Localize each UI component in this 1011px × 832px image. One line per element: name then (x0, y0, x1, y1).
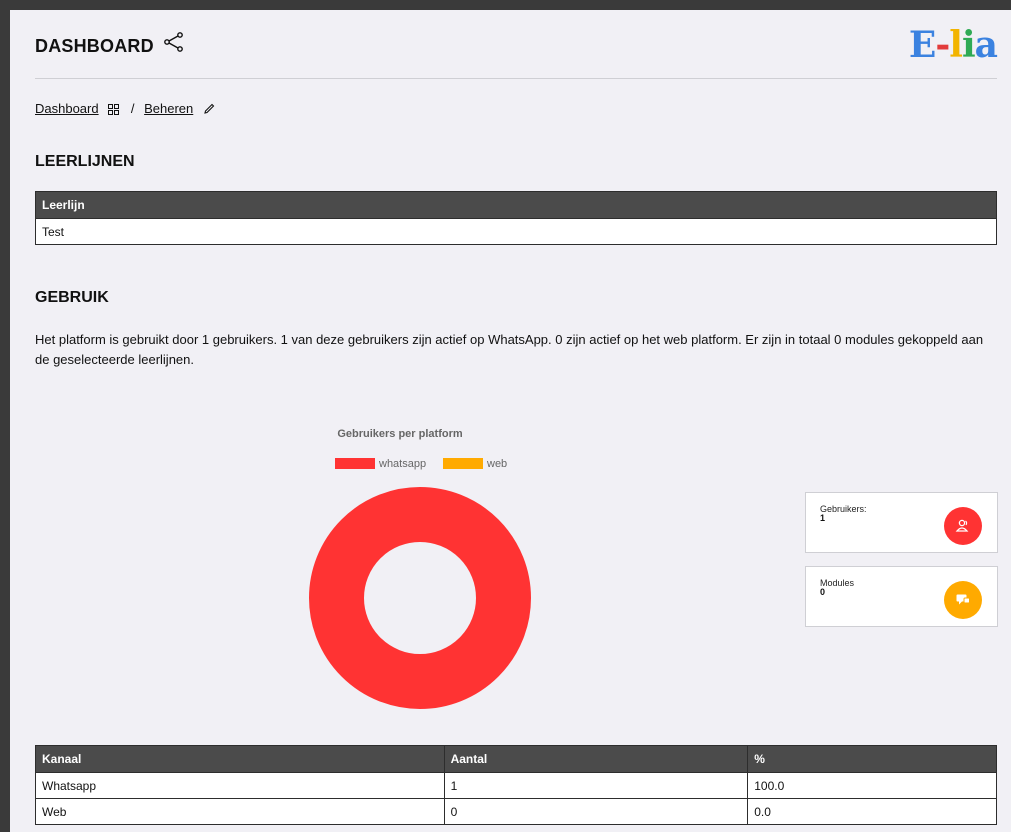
window-frame-left (0, 0, 10, 832)
table-row[interactable]: Web 0 0.0 (35, 798, 997, 825)
table-cell: 1 (443, 772, 749, 799)
column-header-percent[interactable]: % (747, 745, 997, 773)
modules-stat-card: Modules 0 (805, 566, 998, 627)
breadcrumb-beheren-link[interactable]: Beheren (144, 101, 193, 116)
chat-icon-badge (944, 581, 982, 619)
breadcrumb-dashboard-link[interactable]: Dashboard (35, 101, 99, 116)
legend-swatch-web (443, 458, 483, 469)
users-stat-label: Gebruikers: (820, 504, 867, 514)
donut-slice-whatsapp (309, 487, 531, 709)
elia-logo: E-lia (908, 24, 998, 66)
leerlijnen-heading: LEERLIJNEN (35, 153, 135, 170)
page-title: DASHBOARD (35, 36, 154, 56)
kanaal-table: Kanaal Aantal % Whatsapp 1 100.0 Web 0 0… (35, 745, 997, 825)
modules-stat-value: 0 (820, 587, 826, 597)
modules-stat-label: Modules (820, 578, 855, 588)
legend-label-web: web (486, 458, 507, 470)
users-stat-value: 1 (820, 513, 826, 523)
pencil-icon[interactable] (203, 103, 215, 115)
leerlijnen-table: Leerlijn Test (35, 191, 997, 245)
users-stat-card: Gebruikers: 1 (805, 492, 998, 553)
users-icon (955, 519, 969, 532)
platform-donut-chart: Gebruikers per platform whatsapp web (300, 420, 540, 720)
grid-icon (108, 104, 120, 115)
breadcrumb-separator: / (130, 101, 135, 116)
table-cell: 0.0 (747, 798, 997, 825)
column-header-kanaal[interactable]: Kanaal (35, 745, 445, 773)
table-cell: Test (35, 218, 997, 245)
legend-swatch-whatsapp (335, 458, 375, 469)
table-cell: Web (35, 798, 445, 825)
gebruik-heading: GEBRUIK (35, 289, 109, 306)
table-cell: Whatsapp (35, 772, 445, 799)
breadcrumb: Dashboard / Beheren (35, 101, 221, 116)
legend-label-whatsapp: whatsapp (378, 458, 426, 470)
usage-description: Het platform is gebruikt door 1 gebruike… (35, 332, 984, 367)
table-cell: 0 (443, 798, 749, 825)
table-row[interactable]: Test (35, 218, 997, 245)
users-icon-badge (944, 507, 982, 545)
table-cell: 100.0 (747, 772, 997, 799)
chat-icon (956, 594, 970, 605)
column-header-leerlijn[interactable]: Leerlijn (35, 191, 997, 219)
chart-svg: Gebruikers per platform whatsapp web (309, 428, 531, 709)
column-header-aantal[interactable]: Aantal (443, 745, 749, 773)
share-icon[interactable] (163, 31, 185, 53)
chart-title: Gebruikers per platform (337, 428, 463, 440)
page-header: DASHBOARD E-lia (35, 24, 998, 79)
table-row[interactable]: Whatsapp 1 100.0 (35, 772, 997, 799)
window-frame-top (0, 0, 1011, 10)
